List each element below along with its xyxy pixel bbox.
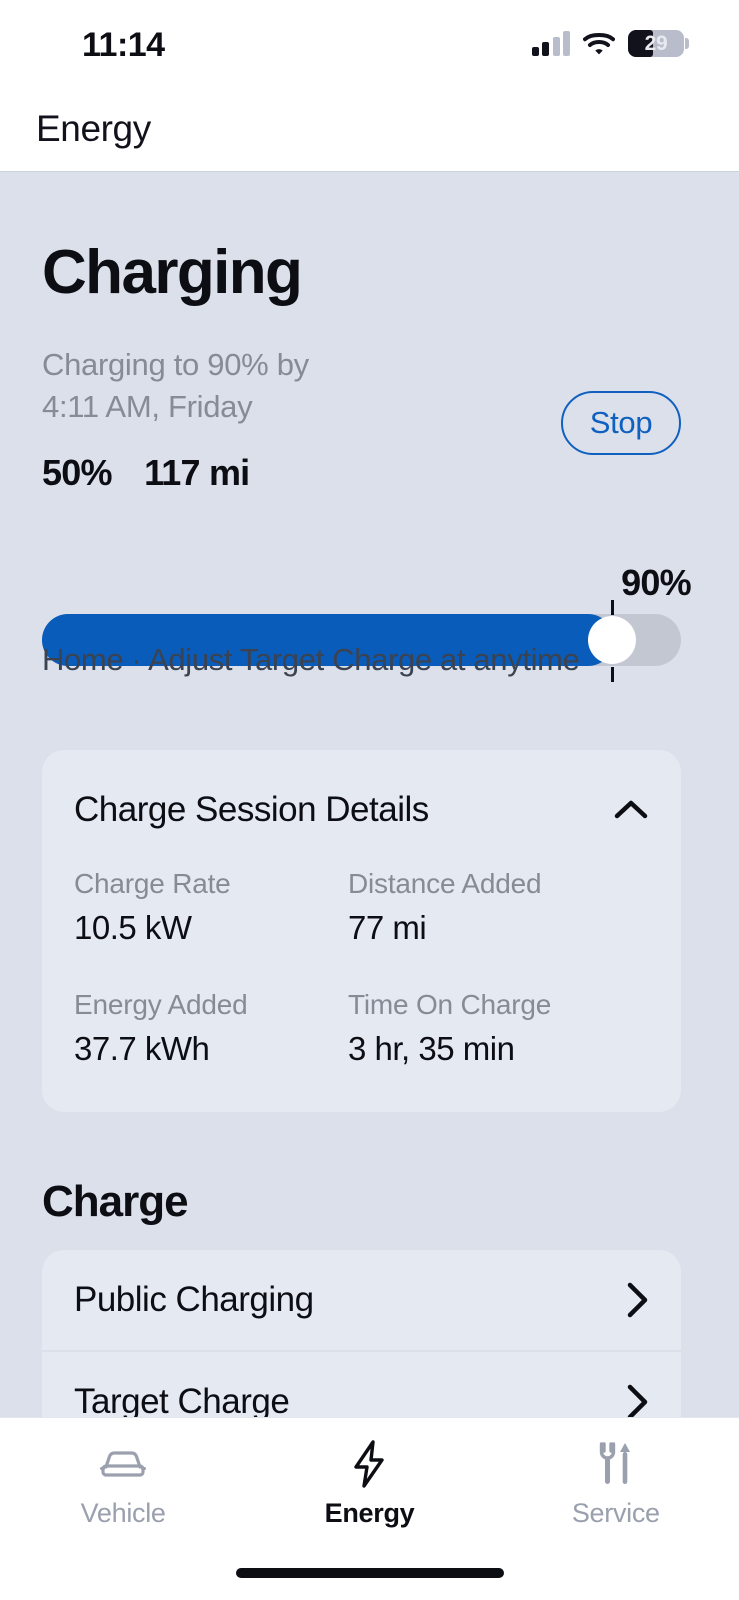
metric-label: Distance Added [348,868,542,899]
charge-session-details-card: Charge Session Details Charge Rate 10.5 … [42,750,681,1112]
metric-label: Charge Rate [74,868,231,899]
metric-energy-added: Energy Added 37.7 kWh [74,989,348,1068]
session-metrics-grid: Charge Rate 10.5 kW Distance Added 77 mi… [74,868,654,1088]
scroll-content[interactable]: Charging Charging to 90% by 4:11 AM, Fri… [0,172,739,1417]
list-item-label: Public Charging [74,1280,314,1319]
metric-distance-added: Distance Added 77 mi [348,868,622,947]
charging-subtitle-line1: Charging to 90% by [42,347,309,382]
metric-charge-rate: Charge Rate 10.5 kW [74,868,348,947]
charge-section-heading: Charge [42,1177,189,1226]
home-indicator [235,1568,504,1578]
battery-icon: 29 [628,30,689,57]
chevron-right-icon [625,1381,651,1417]
phone-screen: 11:14 29 Energy Charging Charging to 90%… [0,0,739,1600]
battery-summary: 50% 117 mi [42,452,250,494]
tab-label: Energy [324,1497,415,1528]
status-time: 11:14 [82,26,165,64]
metric-time-on-charge: Time On Charge 3 hr, 35 min [348,989,622,1068]
metric-value: 3 hr, 35 min [348,1030,515,1067]
charging-heading: Charging [42,238,303,307]
cellular-signal-icon [531,31,570,56]
battery-range: 117 mi [144,452,250,493]
target-charge-value: 90% [621,562,691,603]
chevron-right-icon [625,1279,651,1321]
charging-subtitle: Charging to 90% by 4:11 AM, Friday [42,344,472,428]
car-icon [97,1440,149,1488]
tab-service[interactable]: Service [493,1418,739,1538]
charging-subtitle-line2: 4:11 AM, Friday [42,388,253,424]
list-item-label: Target Charge [74,1382,290,1417]
list-item-public-charging[interactable]: Public Charging [42,1250,681,1350]
tab-label: Service [571,1497,660,1528]
status-icons: 29 [531,30,689,57]
bolt-icon [347,1439,391,1488]
wrench-screwdriver-icon [591,1440,641,1488]
card-title: Charge Session Details [74,790,429,829]
battery-level: 29 [644,32,668,55]
chevron-up-icon[interactable] [607,790,655,830]
metrics-row: Charge Rate 10.5 kW Distance Added 77 mi [74,868,654,947]
battery-percent: 50% [42,452,112,493]
list-item-target-charge[interactable]: Target Charge [42,1352,681,1417]
metric-value: 77 mi [348,909,427,946]
wifi-icon [583,31,615,56]
nav-bar: Energy [0,88,739,172]
slider-thumb[interactable] [588,616,636,664]
tab-energy[interactable]: Energy [246,1418,492,1538]
tab-bar: Vehicle Energy Service [0,1417,739,1600]
slider-tick-bottom [611,667,614,682]
tab-vehicle[interactable]: Vehicle [0,1418,246,1538]
page-title: Energy [36,108,151,149]
metric-label: Energy Added [74,989,248,1020]
slider-tick-top [611,600,614,615]
metric-value: 37.7 kWh [74,1030,210,1067]
metric-value: 10.5 kW [74,909,192,946]
stop-button[interactable]: Stop [561,391,681,455]
metrics-row: Energy Added 37.7 kWh Time On Charge 3 h… [74,989,654,1068]
tab-label: Vehicle [80,1497,166,1528]
charge-options-list: Public Charging Target Charge [42,1250,681,1417]
metric-label: Time On Charge [348,989,552,1020]
status-bar: 11:14 29 [0,0,739,88]
slider-note: Home · Adjust Target Charge at anytime [42,642,580,677]
